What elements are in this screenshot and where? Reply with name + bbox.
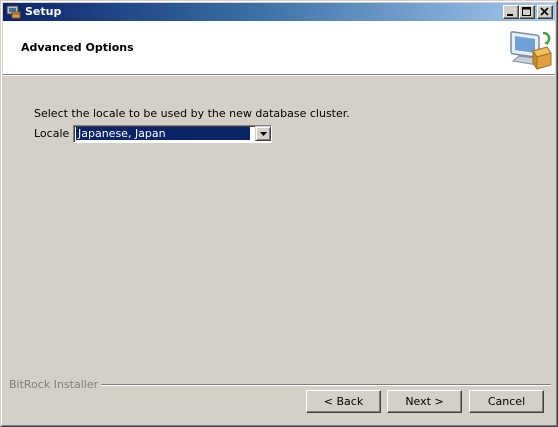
header-divider [3,75,555,76]
back-button[interactable]: < Back [306,390,381,413]
next-button[interactable]: Next > [387,390,462,413]
page-header: Advanced Options [3,21,555,75]
setup-app-icon [6,4,22,20]
chevron-down-icon [260,132,267,136]
installer-brand-label: BitRock Installer [9,378,102,391]
maximize-button[interactable] [519,5,535,19]
footer-separator [97,384,551,386]
window-title: Setup [25,5,62,18]
page-title: Advanced Options [21,41,134,54]
locale-description: Select the locale to be used by the new … [34,107,350,120]
title-bar[interactable]: Setup [3,3,555,21]
setup-window: Setup Advanced Options Select the locale… [0,0,558,427]
locale-selected-value[interactable]: Japanese, Japan [76,127,250,140]
close-button[interactable] [537,5,553,19]
computer-package-icon [507,25,553,71]
maximize-icon [522,7,531,16]
locale-select[interactable]: Japanese, Japan [73,125,272,143]
minimize-icon [507,14,513,16]
cancel-button[interactable]: Cancel [469,390,544,413]
locale-dropdown-button[interactable] [255,126,271,141]
minimize-button[interactable] [503,5,519,19]
locale-label: Locale [34,127,70,140]
close-icon [540,7,549,16]
